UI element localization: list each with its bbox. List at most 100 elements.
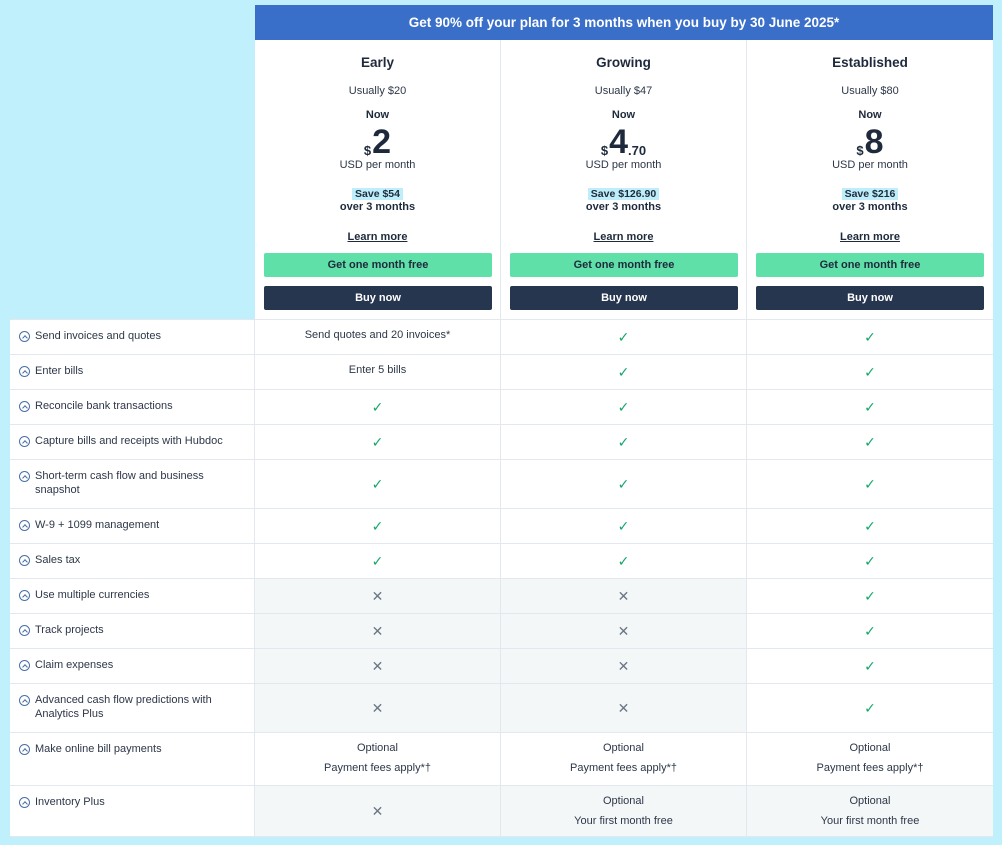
feature-cell: Send quotes and 20 invoices* (255, 320, 501, 354)
get-one-month-free-button[interactable]: Get one month free (510, 253, 738, 277)
feature-cell: Optional Payment fees apply*† (747, 733, 993, 785)
get-one-month-free-button[interactable]: Get one month free (756, 253, 984, 277)
feature-label[interactable]: Use multiple currencies (10, 579, 255, 613)
feature-label[interactable]: Send invoices and quotes (10, 320, 255, 354)
feature-cell-text: Optional (357, 742, 398, 754)
save-badge: Save $126.90 (501, 188, 746, 200)
chevron-up-circle-icon[interactable] (19, 366, 30, 377)
feature-cell: ✕ (255, 786, 501, 836)
feature-row: Use multiple currencies ✕ ✕ ✓ (10, 578, 993, 613)
chevron-up-circle-icon[interactable] (19, 744, 30, 755)
save-period: over 3 months (585, 201, 662, 213)
feature-label-text: Capture bills and receipts with Hubdoc (35, 435, 223, 447)
plan-card-growing: Growing Usually $47 Now $ 4 .70 USD per … (501, 40, 747, 319)
buy-now-button[interactable]: Buy now (510, 286, 738, 310)
feature-cell: ✓ (255, 460, 501, 508)
save-badge: Save $216 (747, 188, 993, 200)
feature-label[interactable]: Short-term cash flow and business snapsh… (10, 460, 255, 508)
save-period: over 3 months (339, 201, 416, 213)
feature-cell-note: Payment fees apply*† (323, 762, 431, 774)
check-icon: ✓ (617, 398, 630, 415)
price-period: USD per month (585, 159, 662, 171)
feature-label[interactable]: Capture bills and receipts with Hubdoc (10, 425, 255, 459)
price-amount: 4 (609, 123, 628, 161)
feature-row: Sales tax ✓ ✓ ✓ (10, 543, 993, 578)
learn-more-link[interactable]: Learn more (255, 231, 500, 243)
feature-cell: ✓ (255, 390, 501, 424)
feature-label-text: W-9 + 1099 management (35, 519, 160, 531)
feature-cell: ✓ (747, 649, 993, 683)
chevron-up-circle-icon[interactable] (19, 331, 30, 342)
feature-label[interactable]: Inventory Plus (10, 786, 255, 836)
chevron-up-circle-icon[interactable] (19, 555, 30, 566)
chevron-up-circle-icon[interactable] (19, 436, 30, 447)
plan-name: Growing (596, 55, 651, 70)
get-one-month-free-button[interactable]: Get one month free (264, 253, 492, 277)
price-amount: 8 (864, 123, 884, 161)
learn-more-link[interactable]: Learn more (747, 231, 993, 243)
feature-cell: ✓ (747, 614, 993, 648)
buy-now-button[interactable]: Buy now (756, 286, 984, 310)
feature-cell: ✓ (747, 579, 993, 613)
feature-cell: ✕ (501, 579, 747, 613)
plan-card-early: Early Usually $20 Now $ 2 USD per month … (255, 40, 501, 319)
price-currency: $ (856, 143, 864, 158)
feature-cell-text: Optional (603, 795, 644, 807)
check-icon: ✓ (371, 398, 384, 415)
feature-cell: ✓ (747, 509, 993, 543)
feature-label-text: Track projects (35, 624, 104, 636)
feature-cell: ✓ (255, 544, 501, 578)
check-icon: ✓ (864, 433, 876, 450)
feature-label[interactable]: Reconcile bank transactions (10, 390, 255, 424)
chevron-up-circle-icon[interactable] (19, 520, 30, 531)
now-label: Now (365, 109, 390, 121)
feature-cell: ✓ (747, 684, 993, 732)
feature-row: Track projects ✕ ✕ ✓ (10, 613, 993, 648)
check-icon: ✓ (864, 657, 876, 674)
feature-cell-note: Your first month free (574, 815, 673, 827)
check-icon: ✓ (864, 475, 876, 492)
check-icon: ✓ (864, 398, 876, 415)
feature-label[interactable]: Claim expenses (10, 649, 255, 683)
check-icon: ✓ (371, 552, 384, 569)
buy-now-button[interactable]: Buy now (264, 286, 492, 310)
feature-label-text: Advanced cash flow predictions with Anal… (35, 694, 212, 720)
feature-cell: ✓ (747, 544, 993, 578)
feature-cell: ✕ (501, 614, 747, 648)
feature-cell: Enter 5 bills (255, 355, 501, 389)
chevron-up-circle-icon[interactable] (19, 660, 30, 671)
chevron-up-circle-icon[interactable] (19, 695, 30, 706)
feature-cell: ✓ (747, 425, 993, 459)
feature-label[interactable]: Track projects (10, 614, 255, 648)
cross-icon: ✕ (371, 587, 384, 604)
feature-cell: ✕ (501, 649, 747, 683)
feature-cell: ✓ (501, 355, 747, 389)
feature-label-text: Enter bills (35, 365, 84, 377)
feature-label[interactable]: Enter bills (10, 355, 255, 389)
check-icon: ✓ (617, 517, 630, 534)
feature-row: Enter bills Enter 5 bills ✓ ✓ (10, 354, 993, 389)
check-icon: ✓ (864, 552, 876, 569)
feature-label-text: Make online bill payments (35, 743, 162, 755)
cross-icon: ✕ (617, 587, 630, 604)
promo-banner: Get 90% off your plan for 3 months when … (255, 5, 993, 40)
chevron-up-circle-icon[interactable] (19, 401, 30, 412)
cross-icon: ✕ (371, 699, 384, 716)
feature-label[interactable]: Advanced cash flow predictions with Anal… (10, 684, 255, 732)
feature-cell: ✓ (747, 320, 993, 354)
learn-more-link[interactable]: Learn more (501, 231, 746, 243)
feature-label-text: Claim expenses (35, 659, 114, 671)
chevron-up-circle-icon[interactable] (19, 625, 30, 636)
feature-label-text: Reconcile bank transactions (35, 400, 173, 412)
chevron-up-circle-icon[interactable] (19, 797, 30, 808)
feature-cell: ✕ (255, 614, 501, 648)
chevron-up-circle-icon[interactable] (19, 471, 30, 482)
feature-cell: ✕ (501, 684, 747, 732)
feature-label[interactable]: W-9 + 1099 management (10, 509, 255, 543)
chevron-up-circle-icon[interactable] (19, 590, 30, 601)
check-icon: ✓ (371, 475, 384, 492)
feature-label[interactable]: Make online bill payments (10, 733, 255, 785)
feature-row: Inventory Plus ✕ Optional Your first month … (10, 785, 993, 837)
feature-label[interactable]: Sales tax (10, 544, 255, 578)
feature-row: Send invoices and quotes Send quotes and … (10, 319, 993, 354)
